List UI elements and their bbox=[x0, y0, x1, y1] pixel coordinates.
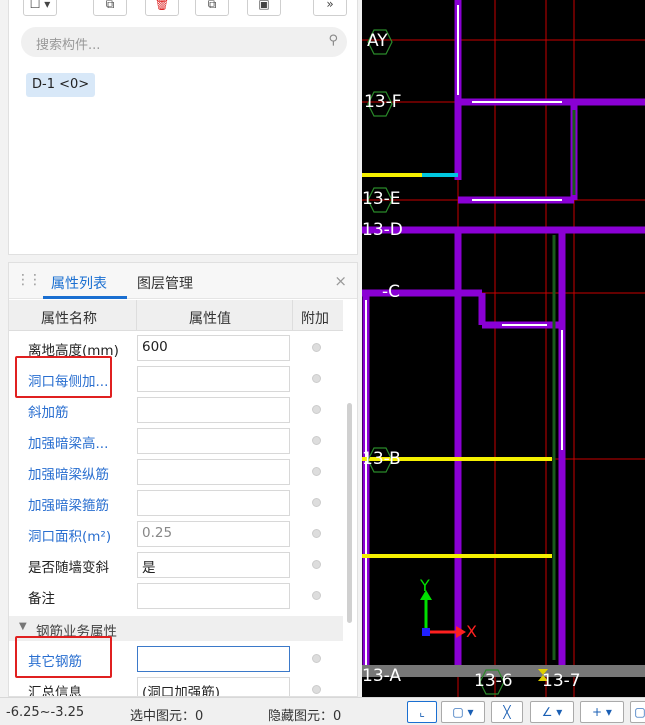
display-icon[interactable]: ▢ bbox=[630, 701, 645, 723]
property-name: 是否随墙变斜 bbox=[28, 560, 109, 576]
search-icon[interactable]: ⚲ bbox=[328, 33, 338, 48]
property-name: 斜加筋 bbox=[28, 405, 69, 421]
property-value-input[interactable]: 0.25 bbox=[137, 521, 290, 547]
close-icon[interactable]: × bbox=[334, 272, 347, 290]
divider bbox=[136, 300, 137, 331]
property-value-input[interactable]: 600 bbox=[137, 335, 290, 361]
scrollbar[interactable] bbox=[347, 403, 352, 623]
property-value-input[interactable] bbox=[137, 490, 290, 516]
component-item[interactable]: D-1 <0> bbox=[26, 73, 96, 97]
extra-dot-icon[interactable] bbox=[312, 529, 321, 538]
axis-label: AY bbox=[367, 31, 388, 51]
layer-copy-button[interactable]: ⧉ bbox=[195, 0, 229, 16]
tab-property-list[interactable]: 属性列表 bbox=[51, 273, 107, 293]
ortho-mode-icon[interactable]: ⌞ bbox=[407, 701, 437, 723]
extra-dot-icon[interactable] bbox=[312, 560, 321, 569]
property-value-input[interactable] bbox=[137, 397, 290, 423]
extra-dot-icon[interactable] bbox=[312, 374, 321, 383]
angle-icon[interactable]: ∠ ▾ bbox=[530, 701, 574, 723]
active-tab-underline bbox=[43, 296, 127, 299]
search-input[interactable]: 搜索构件... ⚲ bbox=[21, 27, 347, 57]
property-row: 洞口面积(m²) 0.25 bbox=[9, 518, 343, 549]
axis-label: 13-7 bbox=[542, 671, 581, 691]
axis-label: 13-E bbox=[362, 189, 401, 209]
extra-dot-icon[interactable] bbox=[312, 498, 321, 507]
snap-mode-icon[interactable]: ▢ ▾ bbox=[441, 701, 485, 723]
property-value-input[interactable]: (洞口加强筋) bbox=[137, 677, 290, 696]
property-name: 备注 bbox=[28, 591, 55, 607]
delete-button[interactable]: 🗑 bbox=[145, 0, 179, 16]
property-row: 备注 bbox=[9, 580, 343, 611]
status-bar: -6.25~-3.25 选中图元：0 隐藏图元：0 ⌞ ▢ ▾ ╳ ∠ ▾ + … bbox=[0, 697, 645, 725]
property-row: 加强暗梁纵筋 bbox=[9, 456, 343, 487]
more-button[interactable]: » bbox=[313, 0, 347, 16]
hidden-count: 隐藏图元：0 bbox=[268, 709, 342, 724]
property-name: 加强暗梁高... bbox=[28, 436, 109, 452]
property-panel: ⋮⋮ 属性列表 图层管理 × 属性名称 属性值 附加 离地高度(mm) 600 洞口… bbox=[8, 262, 358, 697]
tab-bar: ⋮⋮ 属性列表 图层管理 × bbox=[9, 263, 357, 299]
property-row: 汇总信息 (洞口加强筋) bbox=[9, 674, 343, 697]
header-name: 属性名称 bbox=[41, 311, 97, 327]
extra-dot-icon[interactable] bbox=[312, 654, 321, 663]
cross-select-icon[interactable]: ╳ bbox=[491, 701, 523, 723]
property-row: 洞口每侧加... bbox=[9, 356, 343, 398]
axis-label: 13-D bbox=[362, 220, 403, 240]
triangle-down-icon[interactable]: ▼ bbox=[19, 621, 27, 632]
highlight-box bbox=[15, 636, 112, 678]
header-value: 属性值 bbox=[189, 311, 231, 327]
property-row: 加强暗梁高... bbox=[9, 425, 343, 456]
component-list-panel: ☐ ▾ ⧉ 🗑 ⧉ ▣ » 搜索构件... ⚲ D-1 <0> bbox=[8, 0, 358, 255]
property-name: 加强暗梁箍筋 bbox=[28, 498, 109, 514]
axis-label: -C bbox=[382, 282, 401, 302]
extra-dot-icon[interactable] bbox=[312, 467, 321, 476]
copy-button[interactable]: ⧉ bbox=[93, 0, 127, 16]
left-pane: ☐ ▾ ⧉ 🗑 ⧉ ▣ » 搜索构件... ⚲ D-1 <0> ⋮⋮ 属性列表 … bbox=[0, 0, 362, 697]
property-name: 洞口面积(m²) bbox=[28, 529, 112, 545]
highlight-box bbox=[15, 356, 112, 398]
header-extra: 附加 bbox=[301, 311, 329, 327]
axis-label: 13-F bbox=[364, 92, 402, 112]
extra-dot-icon[interactable] bbox=[312, 685, 321, 694]
property-value-input[interactable] bbox=[137, 366, 290, 392]
property-name: 加强暗梁纵筋 bbox=[28, 467, 109, 483]
property-value-input[interactable] bbox=[137, 428, 290, 454]
axis-label: 13-B bbox=[362, 449, 401, 469]
elevation-range: -6.25~-3.25 bbox=[6, 705, 85, 720]
lookup-button[interactable]: ▣ bbox=[247, 0, 281, 16]
search-placeholder: 搜索构件... bbox=[36, 38, 101, 53]
property-value-input[interactable]: ⋯ bbox=[137, 646, 290, 672]
selected-count: 选中图元：0 bbox=[130, 709, 204, 724]
x-axis-label: X bbox=[466, 622, 477, 641]
extra-dot-icon[interactable] bbox=[312, 343, 321, 352]
property-row: 加强暗梁箍筋 bbox=[9, 487, 343, 518]
property-name: 汇总信息 bbox=[28, 685, 82, 697]
drawing-canvas[interactable]: AY 13-F 13-E 13-D -C 13-B 13-A 13-6 13-7… bbox=[362, 0, 645, 697]
divider bbox=[292, 300, 293, 331]
plan-drawing bbox=[362, 0, 645, 697]
offset-icon[interactable]: + ▾ bbox=[580, 701, 624, 723]
property-row: 斜加筋 bbox=[9, 394, 343, 425]
property-value-input[interactable] bbox=[137, 459, 290, 485]
new-component-button[interactable]: ☐ ▾ bbox=[23, 0, 57, 16]
tab-layer-manager[interactable]: 图层管理 bbox=[137, 273, 193, 293]
extra-dot-icon[interactable] bbox=[312, 436, 321, 445]
axis-label: 13-A bbox=[362, 666, 402, 686]
y-axis-label: Y bbox=[420, 576, 430, 595]
extra-dot-icon[interactable] bbox=[312, 591, 321, 600]
property-row: 其它钢筋⋯ bbox=[9, 636, 343, 678]
drag-handle-icon[interactable]: ⋮⋮ bbox=[16, 272, 42, 288]
property-value-input[interactable]: 是 bbox=[137, 552, 290, 578]
table-header: 属性名称 属性值 附加 bbox=[9, 300, 343, 331]
axis-label: 13-6 bbox=[474, 671, 513, 691]
extra-dot-icon[interactable] bbox=[312, 405, 321, 414]
property-row: 是否随墙变斜 是 bbox=[9, 549, 343, 580]
property-value-input[interactable] bbox=[137, 583, 290, 609]
